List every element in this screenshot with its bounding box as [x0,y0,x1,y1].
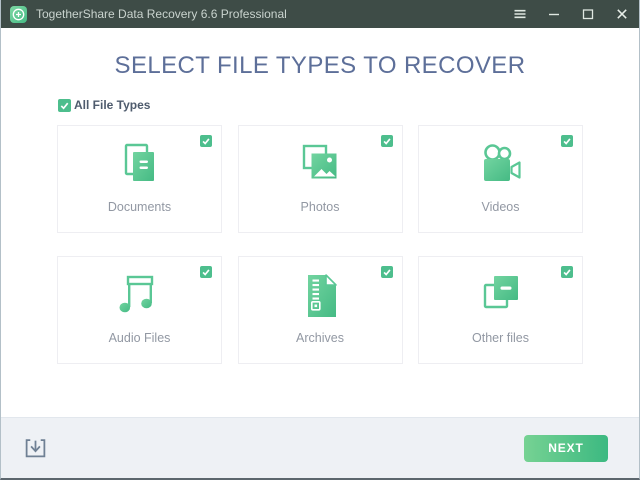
plus-circle-app-icon [10,5,27,23]
window-title: TogetherShare Data Recovery 6.6 Professi… [36,7,287,21]
check-icon [382,138,391,145]
file-type-card-documents[interactable]: Documents [57,125,222,233]
hamburger-menu-icon [514,9,526,19]
close-icon [617,9,627,19]
videos-icon [474,143,528,187]
photos-icon [293,143,347,187]
other-files-icon [474,274,528,318]
file-type-card-audio-files[interactable]: Audio Files [57,256,222,364]
check-icon [563,269,571,276]
card-checkbox[interactable] [561,135,573,147]
file-type-card-archives[interactable]: Archives [237,256,403,364]
card-checkbox[interactable] [380,266,393,278]
all-file-types-toggle[interactable]: All File Types [58,98,639,112]
maximize-icon [582,9,594,20]
check-icon [563,138,571,145]
card-checkbox[interactable] [561,266,573,278]
documents-icon [113,143,167,187]
file-type-card-videos[interactable]: Videos [418,125,583,233]
check-icon [382,269,391,276]
window-controls [503,0,639,28]
import-button[interactable] [22,436,48,460]
title-bar: TogetherShare Data Recovery 6.6 Professi… [1,0,639,28]
check-icon [202,269,210,276]
audio-files-icon [113,274,167,318]
main-content: SELECT FILE TYPES TO RECOVER All File Ty… [1,28,639,417]
import-download-icon [25,438,45,457]
check-icon [202,138,210,145]
archives-icon [293,274,347,318]
card-label: Videos [481,200,520,214]
file-type-card-photos[interactable]: Photos [237,125,403,233]
file-type-card-other-files[interactable]: Other files [418,256,583,364]
close-button[interactable] [605,0,639,28]
all-file-types-checkbox[interactable] [58,98,71,112]
next-button[interactable]: NEXT [524,434,608,462]
card-label: Audio Files [108,331,171,345]
menu-button[interactable] [503,0,537,28]
card-label: Documents [107,200,172,214]
card-label: Archives [296,331,344,345]
card-checkbox[interactable] [200,135,212,147]
card-checkbox[interactable] [380,135,393,147]
all-file-types-label: All File Types [74,98,151,112]
minimize-icon [549,13,559,16]
app-window: TogetherShare Data Recovery 6.6 Professi… [0,0,640,480]
card-checkbox[interactable] [200,266,212,278]
minimize-button[interactable] [537,0,571,28]
maximize-button[interactable] [571,0,605,28]
page-title: SELECT FILE TYPES TO RECOVER [114,52,526,79]
card-label: Photos [300,200,340,214]
file-type-grid: Documents Photos Videos Audio Files Arch… [57,125,583,364]
check-icon [60,102,69,109]
footer-bar: NEXT [1,417,639,478]
card-label: Other files [472,331,529,345]
